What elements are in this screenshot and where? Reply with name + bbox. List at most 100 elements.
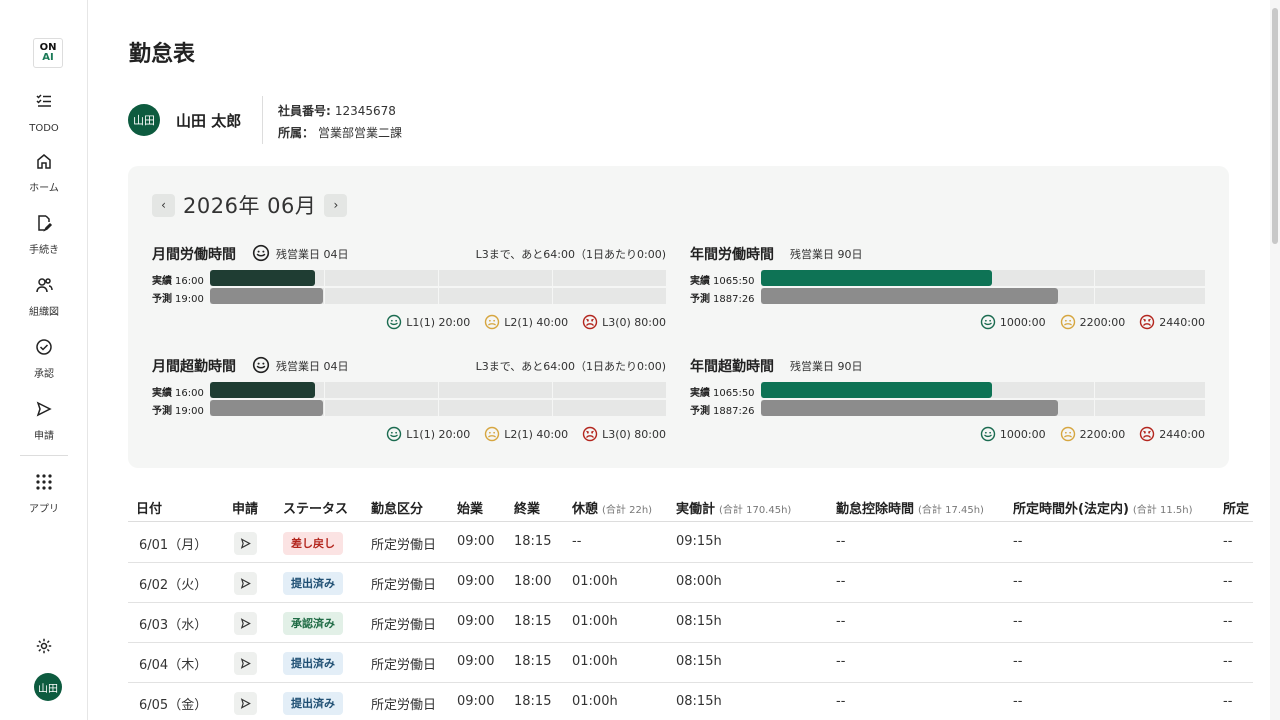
sidebar-item-request[interactable]: 申請 <box>0 400 88 443</box>
header-work: 実働計 (合計 170.45h) <box>676 498 791 517</box>
cell-end: 18:15 <box>514 614 552 629</box>
threshold-value: 2200:00 <box>1079 315 1126 329</box>
table-row[interactable]: 6/03（水） 承認済み 所定労働日 09:00 18:15 01:00h 08:15h --… <box>128 603 1253 643</box>
status-badge: 差し戻し <box>283 532 343 555</box>
forecast-row-label: 予測 1887:26 <box>690 402 755 417</box>
remaining-business-days: 残営業日 04日 <box>276 248 349 261</box>
table-row[interactable]: 6/01（月） 差し戻し 所定労働日 09:00 18:15 -- 09:15h -- -- -- <box>128 523 1253 563</box>
cell-work: 08:15h <box>676 614 722 629</box>
sidebar-item-label: 承認 <box>34 369 54 380</box>
page-scrollbar[interactable] <box>1270 0 1280 720</box>
employee-name: 山田 太郎 <box>176 112 242 130</box>
threshold-value: 2440:00 <box>1159 315 1205 329</box>
todo-list-icon <box>36 94 51 107</box>
apply-button[interactable] <box>234 692 257 715</box>
remaining-business-days: 残営業日 90日 <box>790 248 863 261</box>
header-break-total: (合計 22h) <box>602 505 653 516</box>
sidebar-item-procedures[interactable]: 手続き <box>0 214 88 257</box>
threshold-item: 2440:00 <box>1139 314 1205 330</box>
track-divider <box>552 288 553 304</box>
sidebar-item-home[interactable]: ホーム <box>0 152 88 195</box>
department-row: 所属： 営業部営業二課 <box>278 124 402 141</box>
l3-remaining-note: L3まで、あと64:00（1日あたり0:00) <box>475 248 666 261</box>
send-icon <box>240 698 251 709</box>
forecast-value: 1887:26 <box>713 294 755 305</box>
profile-avatar: 山田 <box>128 104 160 136</box>
header-deduct-label: 勤怠控除時間 <box>836 502 915 517</box>
track-divider <box>438 288 439 304</box>
forecast-track <box>761 288 1205 304</box>
actual-label: 実績 <box>152 276 172 287</box>
panel-title: 月間超勤時間 <box>152 359 236 375</box>
prev-month-button[interactable]: ‹ <box>152 193 175 217</box>
sidebar-item-approval[interactable]: 承認 <box>0 338 88 381</box>
threshold-item: L3(0) 80:00 <box>582 426 666 442</box>
threshold-value: L3(0) 80:00 <box>602 315 666 329</box>
cell-outside: -- <box>1013 534 1023 549</box>
user-avatar[interactable]: 山田 <box>34 673 62 701</box>
track-divider <box>552 400 553 416</box>
remaining-business-days: 残営業日 04日 <box>276 360 349 373</box>
apply-button[interactable] <box>234 652 257 675</box>
actual-track <box>761 270 1205 286</box>
actual-bar <box>210 382 315 398</box>
table-row[interactable]: 6/04（木） 提出済み 所定労働日 09:00 18:15 01:00h 08:15h --… <box>128 643 1253 683</box>
cell-next: -- <box>1223 574 1233 589</box>
cell-start: 09:00 <box>457 574 495 589</box>
threshold-value: 2440:00 <box>1159 427 1205 441</box>
actual-row-label: 実績 1065:50 <box>690 272 755 287</box>
next-month-button[interactable]: › <box>324 193 348 217</box>
actual-value: 1065:50 <box>713 388 755 399</box>
good-face-icon <box>387 426 402 442</box>
track-divider <box>552 382 553 398</box>
cell-next: -- <box>1223 694 1233 709</box>
table-row[interactable]: 6/05（金） 提出済み 所定労働日 09:00 18:15 01:00h 08:15h --… <box>128 683 1253 720</box>
track-divider <box>1094 270 1095 286</box>
monthly-work-panel: 月間労働時間 L3まで、あと64:00（1日あたり0:00) 残営業日 04日 実績 1… <box>152 244 666 340</box>
actual-track <box>761 382 1205 398</box>
scrollbar-thumb[interactable] <box>1272 8 1278 244</box>
status-badge: 提出済み <box>283 572 343 595</box>
sidebar-item-todo[interactable]: TODO <box>0 92 88 135</box>
page-title: 勤怠表 <box>129 42 196 67</box>
app-logo[interactable]: ON AI <box>33 38 63 68</box>
table-header: 日付 申請 ステータス 勤怠区分 始業 終業 休憩 (合計 22h) 実働計 (合計… <box>128 490 1253 522</box>
threshold-value: 1000:00 <box>999 315 1046 329</box>
actual-label: 実績 <box>152 388 172 399</box>
header-work-total: (合計 170.45h) <box>719 505 792 516</box>
status-badge: 承認済み <box>283 612 343 635</box>
cell-outside: -- <box>1013 614 1023 629</box>
cell-date: 6/03（水） <box>139 618 208 633</box>
apply-button[interactable] <box>234 532 257 555</box>
gear-icon <box>36 638 52 654</box>
employee-number-row: 社員番号: 12345678 <box>278 102 396 119</box>
bad-face-icon <box>582 314 598 330</box>
sidebar-item-apps[interactable]: アプリ <box>0 473 88 516</box>
send-icon <box>240 618 251 629</box>
table-row[interactable]: 6/02（火） 提出済み 所定労働日 09:00 18:00 01:00h 08:00h --… <box>128 563 1253 603</box>
status-badge: 提出済み <box>283 652 343 675</box>
forecast-label: 予測 <box>152 406 172 417</box>
header-category: 勤怠区分 <box>371 502 424 517</box>
threshold-item: 2440:00 <box>1139 426 1205 442</box>
apply-button[interactable] <box>234 572 257 595</box>
settings-button[interactable] <box>0 637 88 661</box>
apply-button[interactable] <box>234 612 257 635</box>
track-divider <box>324 382 325 398</box>
cell-category: 所定労働日 <box>371 658 437 673</box>
l3-remaining-note: L3まで、あと64:00（1日あたり0:00) <box>475 360 666 373</box>
threshold-item: 2200:00 <box>1060 314 1126 330</box>
track-divider <box>438 382 439 398</box>
panel-title: 年間労働時間 <box>690 247 774 263</box>
header-date: 日付 <box>136 502 163 517</box>
warn-face-icon <box>1060 426 1075 442</box>
cell-work: 08:15h <box>676 654 722 669</box>
sidebar-item-label: アプリ <box>29 504 59 515</box>
forecast-row-label: 予測 19:00 <box>152 290 204 305</box>
cell-category: 所定労働日 <box>371 578 437 593</box>
forecast-track <box>761 400 1205 416</box>
threshold-legend: 1000:00 2200:00 2440:00 <box>966 314 1205 330</box>
cell-date: 6/02（火） <box>139 578 208 593</box>
sidebar-item-org-chart[interactable]: 組織図 <box>0 276 88 319</box>
threshold-value: 2200:00 <box>1079 427 1126 441</box>
